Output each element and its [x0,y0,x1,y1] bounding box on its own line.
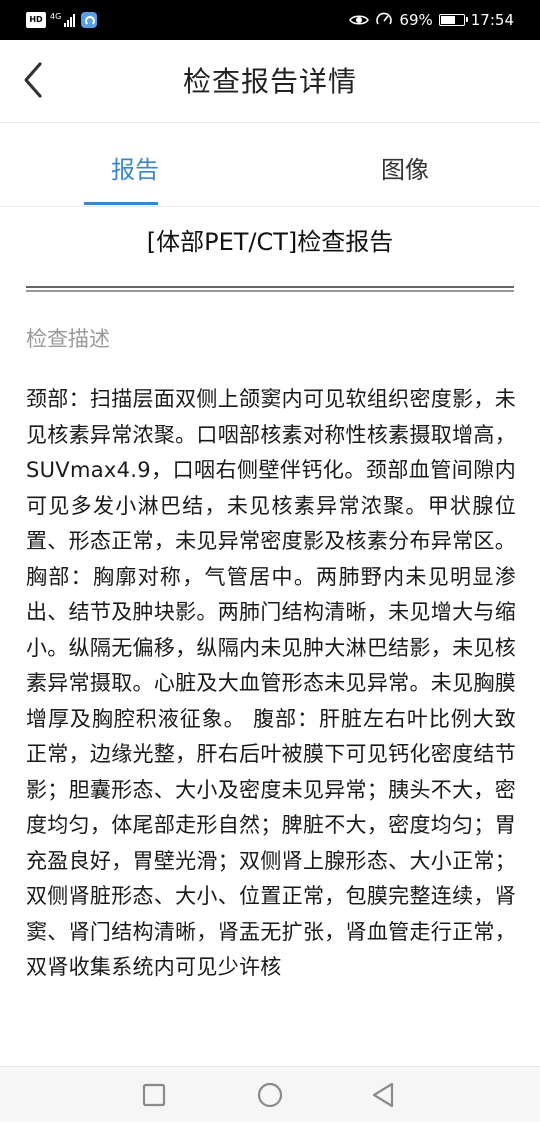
back-triangle-icon [372,1082,394,1108]
screen: HD 4G 69% 17:54 检查报告详情 报告 图像 [体部PET/CT]检… [0,0,540,1122]
home-icon [257,1082,283,1108]
tab-report[interactable]: 报告 [35,123,235,206]
battery-level [440,16,455,24]
eye-icon [349,15,370,25]
hd-badge: HD [26,12,46,28]
tab-bar: 报告 图像 [0,123,540,207]
page-title: 检查报告详情 [182,65,357,98]
recent-apps-button[interactable] [134,1075,174,1115]
report-description: 颈部：扫描层面双侧上颌窦内可见软组织密度影，未见核素异常浓聚。口咽部核素对称性核… [26,387,516,979]
network-type-label: 4G [50,11,62,21]
recent-apps-icon [142,1083,166,1107]
status-left: HD 4G [26,10,97,30]
speedometer-icon [376,12,393,25]
active-tab-indicator [84,202,158,205]
heading-divider [26,286,514,292]
section-title: 检查描述 [26,327,110,351]
app-notification-icon [81,12,97,28]
battery-percent: 69% [399,11,433,29]
home-button[interactable] [250,1075,290,1115]
system-nav-bar [0,1066,540,1122]
signal-icon [64,13,75,27]
status-right: 69% 17:54 [349,10,514,30]
clock: 17:54 [470,11,514,29]
nav-back-button[interactable] [364,1075,404,1115]
app-header: 检查报告详情 [0,40,540,123]
status-bar: HD 4G 69% 17:54 [0,0,540,40]
battery-icon [438,14,468,26]
report-heading: [体部PET/CT]检查报告 [146,228,394,256]
tab-image[interactable]: 图像 [305,123,505,206]
